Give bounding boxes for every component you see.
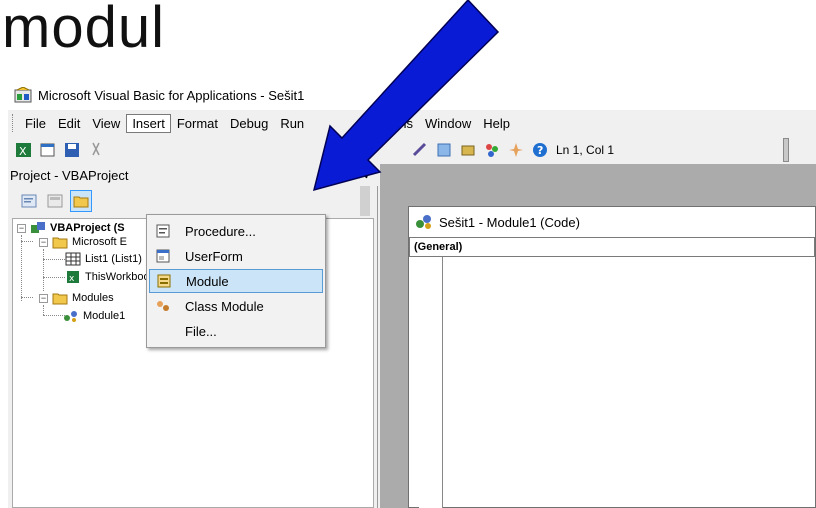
tree-line <box>43 305 44 315</box>
menu-item-label: Procedure... <box>185 223 256 239</box>
class-module-icon <box>157 301 169 311</box>
folder-icon <box>73 196 89 208</box>
menu-debug[interactable]: Debug <box>224 114 274 133</box>
collapse-icon[interactable]: − <box>39 293 48 303</box>
menu-item-label: File... <box>185 323 217 339</box>
menu-item-class-module[interactable]: Class Module <box>149 294 323 318</box>
userform-icon <box>156 249 170 263</box>
menu-help[interactable]: Help <box>477 114 516 133</box>
properties-icon[interactable] <box>459 141 477 159</box>
cursor-position-status: Ln 1, Col 1 <box>556 143 615 157</box>
menu-item-userform[interactable]: UserForm <box>149 244 323 268</box>
tree-node-label: Microsoft E <box>72 236 128 248</box>
workbook-icon: x <box>67 271 79 284</box>
vba-app-icon <box>14 87 32 103</box>
tree-node-excel-objects[interactable]: − Microsoft E <box>39 235 127 249</box>
project-toolbar-scroll-handle[interactable] <box>360 186 370 216</box>
menu-item-module[interactable]: Module <box>149 269 323 293</box>
menu-run[interactable]: Run <box>274 114 310 133</box>
view-object-icon <box>47 194 63 208</box>
tree-line <box>43 259 65 260</box>
tree-line <box>21 297 33 298</box>
toolbar-options-handle[interactable] <box>783 138 789 162</box>
tree-line <box>43 315 65 316</box>
slide-heading: modul <box>2 0 165 60</box>
menu-edit[interactable]: Edit <box>52 114 86 133</box>
window-title: Microsoft Visual Basic for Applications … <box>38 87 305 103</box>
tree-node-modules[interactable]: − Modules <box>39 291 114 305</box>
module-icon <box>416 215 431 229</box>
object-dropdown[interactable]: (General) <box>409 237 815 257</box>
tree-node-label: List1 (List1) <box>85 253 142 265</box>
project-explorer-icon[interactable] <box>435 141 453 159</box>
project-explorer-header: Project - VBAProject <box>8 164 378 186</box>
code-window-title: Sešit1 - Module1 (Code) <box>439 214 580 230</box>
insert-dropdown-menu: Procedure... UserForm Module Class Modul… <box>146 214 326 348</box>
menu-addins[interactable]: Add-Ins <box>362 114 419 133</box>
mdi-workspace: Sešit1 - Module1 (Code) (General) <box>380 164 816 508</box>
view-object-button[interactable] <box>44 190 66 212</box>
menu-item-procedure[interactable]: Procedure... <box>149 219 323 243</box>
svg-text:x: x <box>69 274 75 284</box>
tree-node-label: ThisWorkbook <box>85 271 156 283</box>
folder-icon <box>52 293 68 305</box>
design-mode-icon[interactable] <box>411 141 429 159</box>
vba-project-icon <box>31 222 45 233</box>
insert-object-icon[interactable] <box>39 141 57 159</box>
project-explorer-toolbar <box>8 186 378 216</box>
menu-format[interactable]: Format <box>171 114 224 133</box>
menu-item-label: UserForm <box>185 248 243 264</box>
tree-node-label: Module1 <box>83 310 126 322</box>
project-explorer-close-icon[interactable]: ✕ <box>354 166 372 184</box>
toolbox-icon[interactable] <box>507 141 525 159</box>
view-excel-icon[interactable]: X <box>15 141 33 159</box>
window-titlebar: Microsoft Visual Basic for Applications … <box>8 80 816 110</box>
code-window-titlebar[interactable]: Sešit1 - Module1 (Code) <box>409 207 815 237</box>
module-icon <box>64 311 77 322</box>
object-dropdown-value: (General) <box>414 241 463 253</box>
svg-text:?: ? <box>537 144 543 157</box>
view-code-icon <box>21 194 37 208</box>
toggle-folders-button[interactable] <box>70 190 92 212</box>
collapse-icon[interactable]: − <box>39 237 48 247</box>
code-margin-indicator-bar[interactable] <box>419 257 443 508</box>
project-explorer-title: Project - VBAProject <box>10 167 129 183</box>
view-code-button[interactable] <box>18 190 40 212</box>
menu-view[interactable]: View <box>86 114 126 133</box>
worksheet-icon <box>65 252 81 266</box>
tree-node-vbaproject[interactable]: − VBAProject (S <box>17 221 125 235</box>
tree-node-workbook[interactable]: x ThisWorkbook <box>65 270 155 284</box>
folder-icon <box>52 237 68 249</box>
menu-item-file[interactable]: File... <box>149 319 323 343</box>
menu-item-label: Class Module <box>185 298 264 314</box>
standard-toolbar: X ? Ln 1, Col 1 <box>8 136 816 164</box>
menu-file[interactable]: File <box>19 114 52 133</box>
object-browser-icon[interactable] <box>483 141 501 159</box>
collapse-icon[interactable]: − <box>17 223 26 233</box>
menu-window[interactable]: Window <box>419 114 477 133</box>
cut-icon[interactable] <box>87 141 105 159</box>
menubar-grip[interactable] <box>12 114 15 132</box>
module-menu-icon <box>157 274 171 288</box>
tree-line <box>43 277 65 278</box>
tree-line <box>21 235 22 301</box>
tree-node-label: VBAProject (S <box>50 222 125 234</box>
menu-insert[interactable]: Insert <box>126 113 171 133</box>
tree-line <box>21 241 33 242</box>
help-icon[interactable]: ? <box>531 141 549 159</box>
tree-node-sheet[interactable]: List1 (List1) <box>65 252 142 266</box>
menu-bar: File Edit View Insert Format Debug Run A… <box>8 110 816 136</box>
file-icon-placeholder <box>155 323 171 339</box>
svg-text:X: X <box>19 145 27 158</box>
tree-node-label: Modules <box>72 292 114 304</box>
vba-editor-window: Microsoft Visual Basic for Applications … <box>8 80 816 508</box>
code-editor[interactable] <box>409 257 816 508</box>
procedure-icon <box>156 224 170 238</box>
menu-item-label: Module <box>186 273 229 289</box>
save-icon[interactable] <box>63 141 81 159</box>
tree-line <box>43 249 44 291</box>
tree-node-module1[interactable]: Module1 <box>63 309 125 323</box>
code-window: Sešit1 - Module1 (Code) (General) <box>408 206 816 508</box>
